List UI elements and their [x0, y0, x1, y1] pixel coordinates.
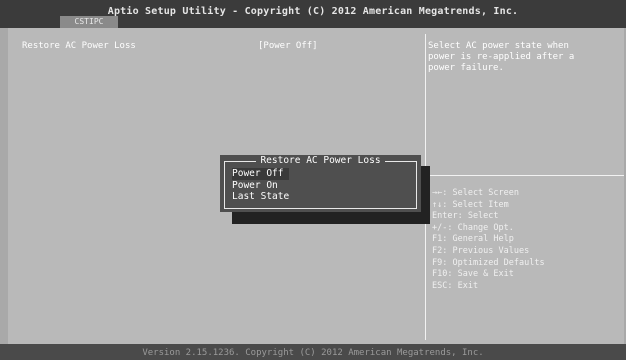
option-popup: Restore AC Power Loss Power Off Power On… [220, 155, 421, 212]
setting-value-restore-ac-power-loss[interactable]: [Power Off] [258, 41, 318, 51]
popup-option-power-on[interactable]: Power On [232, 180, 289, 192]
popup-title: Restore AC Power Loss [220, 155, 421, 166]
key-hint-exit: ESC: Exit [432, 280, 479, 291]
bios-screen: Aptio Setup Utility - Copyright (C) 2012… [0, 0, 626, 360]
key-hint-select-screen: →←: Select Screen [432, 188, 519, 198]
footer-text: Version 2.15.1236. Copyright (C) 2012 Am… [142, 348, 484, 358]
help-separator [428, 175, 624, 176]
key-hint-save-exit: F10: Save & Exit [432, 269, 514, 280]
popup-title-label: Restore AC Power Loss [256, 155, 385, 166]
footer-bar: Version 2.15.1236. Copyright (C) 2012 Am… [0, 344, 626, 360]
popup-option-last-state[interactable]: Last State [232, 191, 289, 203]
popup-option-power-off[interactable]: Power Off [232, 168, 290, 180]
setting-restore-ac-power-loss[interactable]: Restore AC Power Loss [22, 41, 136, 51]
key-hint-select: Enter: Select [432, 211, 499, 222]
key-hint-select-item: ↑↓: Select Item [432, 199, 509, 210]
key-hint-general-help: F1: General Help [432, 234, 514, 245]
tab-cstipc[interactable]: CSTIPC [60, 16, 118, 28]
key-hint-change-opt: +/-: Change Opt. [432, 222, 514, 233]
key-hint-previous-values: F2: Previous Values [432, 245, 530, 256]
popup-options: Power Off Power On Last State [232, 168, 290, 203]
title-bar: Aptio Setup Utility - Copyright (C) 2012… [0, 0, 626, 28]
key-hint-optimized-defaults: F9: Optimized Defaults [432, 257, 545, 268]
key-legend: →←: Select Screen ↑↓: Select Item Enter:… [432, 188, 545, 292]
help-description: Select AC power state when power is re-a… [428, 41, 575, 73]
